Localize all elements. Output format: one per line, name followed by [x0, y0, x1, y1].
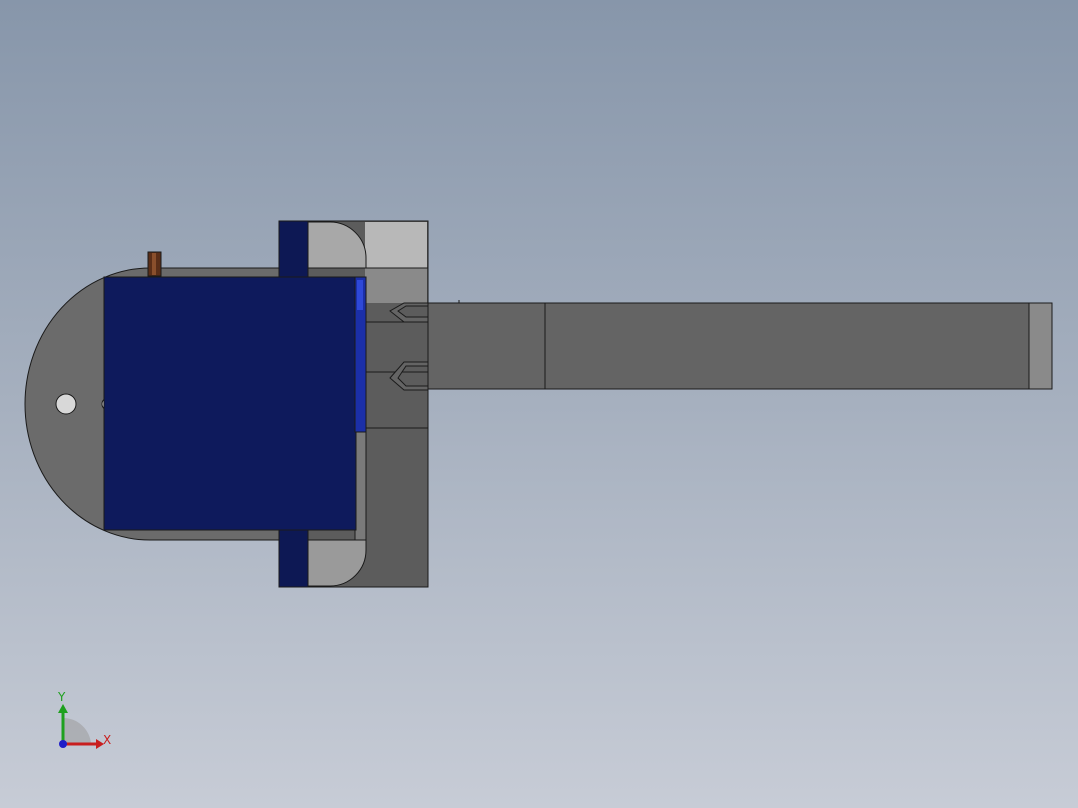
- housing-upper-face: [365, 268, 427, 303]
- graphics-viewport[interactable]: X Y: [0, 0, 1078, 808]
- y-axis-arrow: [58, 704, 68, 713]
- lower-channel: [354, 431, 367, 541]
- triad-xy-plane: [63, 717, 91, 744]
- housing-top-face: [365, 222, 427, 268]
- servo-output-face-highlight: [357, 280, 363, 310]
- z-axis-dot: [59, 740, 67, 748]
- servo-body[interactable]: [103, 276, 357, 531]
- y-axis-label: Y: [57, 690, 66, 704]
- mounting-hole: [55, 393, 77, 415]
- pin-highlight: [152, 253, 156, 275]
- servo-arm[interactable]: [427, 302, 1053, 390]
- arm-end-cap: [1028, 302, 1053, 390]
- model-view[interactable]: X Y: [0, 0, 1078, 808]
- reference-triad: X Y: [57, 690, 111, 749]
- x-axis-label: X: [103, 733, 111, 747]
